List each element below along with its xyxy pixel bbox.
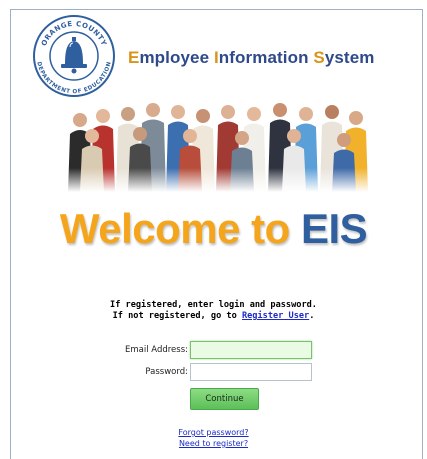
instructions-line-1: If registered, enter login and password. bbox=[110, 300, 317, 310]
instructions-line-2-prefix: If not registered, go to bbox=[112, 311, 242, 321]
welcome-text: Welcome to bbox=[59, 205, 301, 252]
register-user-link[interactable]: Register User bbox=[242, 311, 309, 321]
orange-county-seal-logo: ORANGE COUNTY DEPARTMENT OF EDUCATION bbox=[33, 15, 115, 97]
welcome-heading: Welcome to EIS bbox=[0, 205, 427, 253]
app-title: Employee Information System bbox=[128, 48, 418, 68]
title-part-mployee: mployee bbox=[139, 48, 214, 67]
password-label: Password: bbox=[145, 367, 188, 377]
login-instructions: If registered, enter login and password.… bbox=[0, 300, 427, 322]
title-letter-s: S bbox=[313, 48, 325, 67]
title-letter-e: E bbox=[128, 48, 140, 67]
instructions-line-2: If not registered, go to Register User. bbox=[0, 311, 427, 322]
title-part-nformation: nformation bbox=[218, 48, 314, 67]
instructions-line-2-suffix: . bbox=[309, 311, 315, 321]
email-label: Email Address: bbox=[125, 345, 188, 355]
need-to-register-link[interactable]: Need to register? bbox=[0, 439, 427, 448]
email-field[interactable] bbox=[190, 341, 312, 359]
continue-button[interactable]: Continue bbox=[190, 388, 259, 410]
employees-group-photo bbox=[58, 96, 378, 192]
title-part-ystem: ystem bbox=[324, 48, 375, 67]
forgot-password-link[interactable]: Forgot password? bbox=[0, 428, 427, 437]
welcome-eis-text: EIS bbox=[300, 205, 368, 252]
password-field[interactable] bbox=[190, 363, 312, 381]
